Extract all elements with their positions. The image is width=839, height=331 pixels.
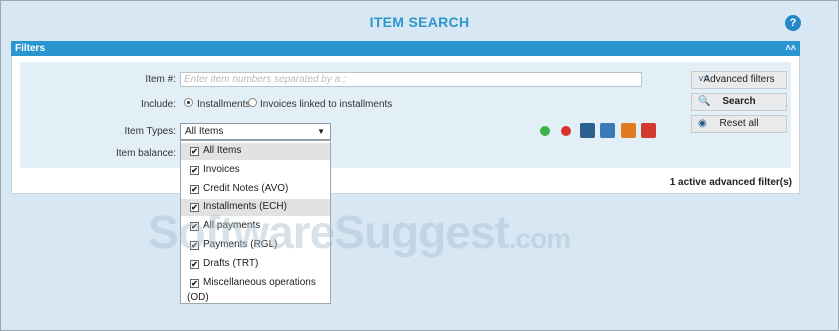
dropdown-option-all-items[interactable]: ✔ All Items — [181, 143, 330, 160]
item-balance-label: Item balance: — [115, 148, 176, 159]
dropdown-option-misc-operations[interactable]: ✔ Miscellaneous operations (OD) — [181, 275, 330, 303]
invoices-linked-radio[interactable] — [248, 98, 257, 107]
magnifier-icon: 🔍 — [698, 96, 711, 107]
watermark-logo: SoftwareSuggest.com — [148, 205, 571, 259]
checkbox-checked[interactable]: ✔ — [190, 260, 199, 269]
inbox-orange-icon[interactable] — [621, 123, 636, 138]
red-dot-icon[interactable] — [561, 126, 571, 136]
checkbox-checked[interactable]: ✔ — [190, 279, 199, 288]
watermark-suffix: .com — [508, 223, 571, 254]
option-label: Credit Notes (AVO) — [203, 183, 289, 194]
search-label: Search — [722, 96, 756, 107]
checkbox-checked[interactable]: ✔ — [190, 185, 199, 194]
invoices-linked-radio-label: Invoices linked to installments — [260, 99, 393, 110]
option-label: Invoices — [203, 164, 240, 175]
page-title: ITEM SEARCH — [369, 14, 470, 30]
include-label: Include: — [140, 99, 176, 110]
question-circle-icon[interactable]: ? — [785, 15, 801, 31]
search-button[interactable]: 🔍 Search — [691, 93, 787, 111]
option-label-continued: (OD) — [187, 292, 209, 303]
double-chevron-up-icon[interactable]: ˄˄ — [785, 41, 796, 56]
caret-down-icon: ▼ — [317, 127, 325, 136]
active-filter-count: 1 active advanced filter(s) — [669, 177, 792, 188]
item-number-label: Item #: — [145, 74, 176, 85]
inbox-blue-outline-icon[interactable] — [600, 123, 615, 138]
green-dot-icon[interactable] — [540, 126, 550, 136]
filters-header[interactable]: Filters ˄˄ — [11, 41, 800, 56]
checkbox-checked[interactable]: ✔ — [190, 147, 199, 156]
item-types-selected-value: All Items — [185, 126, 224, 137]
item-types-label: Item Types: — [124, 126, 176, 137]
filters-header-label: Filters — [15, 43, 46, 54]
option-label: Drafts (TRT) — [203, 258, 259, 269]
advanced-filters-label: Advanced filters — [703, 74, 775, 85]
option-label: All Items — [203, 145, 242, 156]
reset-all-button[interactable]: ◉ Reset all — [691, 115, 787, 133]
watermark-main: SoftwareSuggest — [148, 206, 510, 258]
reset-all-label: Reset all — [719, 118, 759, 129]
double-chevron-down-icon: ˅˅ — [698, 74, 710, 85]
inbox-red-icon[interactable] — [641, 123, 656, 138]
option-label: Miscellaneous operations — [203, 277, 316, 288]
dropdown-option-invoices[interactable]: ✔ Invoices — [181, 162, 330, 179]
installments-radio[interactable] — [184, 98, 193, 107]
eraser-icon: ◉ — [698, 118, 707, 129]
installments-radio-label: Installments — [197, 99, 251, 110]
checkbox-checked[interactable]: ✔ — [190, 166, 199, 175]
item-number-input[interactable] — [180, 72, 642, 87]
item-types-select[interactable]: All Items ▼ — [180, 123, 331, 140]
inbox-blue-icon[interactable] — [580, 123, 595, 138]
dropdown-option-credit-notes[interactable]: ✔ Credit Notes (AVO) — [181, 181, 330, 198]
advanced-filters-button[interactable]: ˅˅ Advanced filters — [691, 71, 787, 89]
